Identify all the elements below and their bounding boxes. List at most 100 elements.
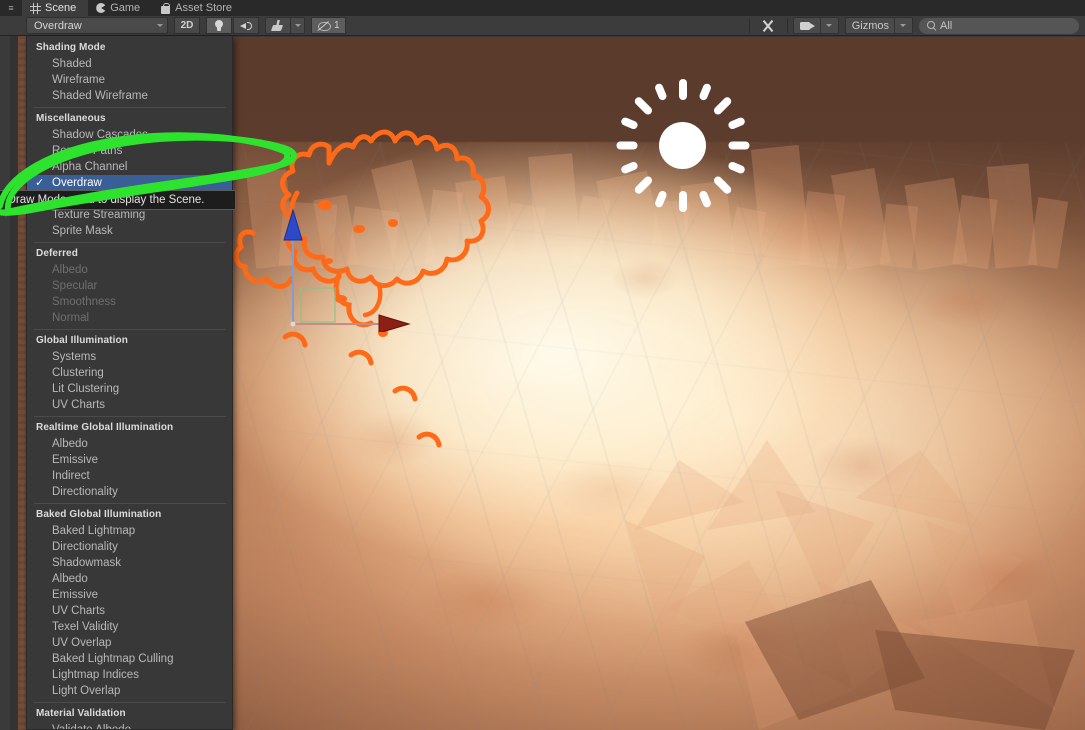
tab-scene[interactable]: Scene <box>22 0 88 16</box>
tab-game-label: Game <box>110 2 140 14</box>
menu-separator <box>34 329 226 330</box>
scene-visibility-button[interactable]: 1 <box>311 17 346 34</box>
toggle-2d-button[interactable]: 2D <box>174 17 200 34</box>
menu-separator <box>34 416 226 417</box>
menu-item-wireframe[interactable]: Wireframe <box>27 72 232 88</box>
tab-asset-store[interactable]: Asset Store <box>152 0 244 16</box>
overdraw-shard <box>775 490 875 600</box>
effects-dropdown-button[interactable] <box>291 17 305 34</box>
menu-item-emissive[interactable]: Emissive <box>27 587 232 603</box>
divider <box>894 18 895 33</box>
tab-game[interactable]: Game <box>88 0 152 16</box>
menu-item-directionality[interactable]: Directionality <box>27 484 232 500</box>
draw-mode-value: Overdraw <box>34 20 82 32</box>
chevron-down-icon <box>900 24 906 27</box>
menu-section-header: Shading Mode <box>27 40 232 56</box>
toolbar-divider <box>787 18 788 33</box>
menu-section-header: Material Validation <box>27 706 232 722</box>
scene-viewport[interactable] <box>233 37 1085 730</box>
menu-item-clustering[interactable]: Clustering <box>27 365 232 381</box>
menu-item-normal: Normal <box>27 310 232 326</box>
menu-item-emissive[interactable]: Emissive <box>27 452 232 468</box>
search-input[interactable]: All <box>919 18 1079 34</box>
overdraw-triangle-shards <box>625 430 1085 730</box>
menu-item-shadow-cascades[interactable]: Shadow Cascades <box>27 127 232 143</box>
menu-separator <box>34 107 226 108</box>
tab-scene-label: Scene <box>45 2 76 14</box>
menu-item-baked-lightmap-culling[interactable]: Baked Lightmap Culling <box>27 651 232 667</box>
menu-item-albedo: Albedo <box>27 262 232 278</box>
game-pacman-icon <box>96 3 106 13</box>
menu-item-shaded[interactable]: Shaded <box>27 56 232 72</box>
menu-item-directionality[interactable]: Directionality <box>27 539 232 555</box>
menu-item-uv-charts[interactable]: UV Charts <box>27 603 232 619</box>
scene-view-toolbar: Overdraw 2D 1 <box>0 16 1085 36</box>
menu-section-header: Global Illumination <box>27 333 232 349</box>
toolbar-divider <box>749 18 750 33</box>
menu-item-overdraw[interactable]: Overdraw <box>27 175 232 191</box>
transform-move-gizmo[interactable] <box>275 192 445 332</box>
unity-editor-window: ≡ Scene Game Asset Store Overdraw 2D <box>0 0 1085 730</box>
draw-mode-menu[interactable]: Shading ModeShadedWireframeShaded Wirefr… <box>26 36 233 730</box>
menu-section-header: Baked Global Illumination <box>27 507 232 523</box>
menu-item-smoothness: Smoothness <box>27 294 232 310</box>
menu-item-texel-validity[interactable]: Texel Validity <box>27 619 232 635</box>
menu-item-indirect[interactable]: Indirect <box>27 468 232 484</box>
effects-button-group <box>265 17 305 34</box>
draw-mode-dropdown[interactable]: Overdraw <box>26 17 168 34</box>
asset-store-bag-icon <box>160 3 171 14</box>
panel-menu-handle-icon[interactable]: ≡ <box>0 0 22 16</box>
menu-item-light-overlap[interactable]: Light Overlap <box>27 683 232 699</box>
menu-item-lightmap-indices[interactable]: Lightmap Indices <box>27 667 232 683</box>
draw-mode-tooltip: e Draw Mode used to display the Scene. <box>0 190 236 210</box>
panel-seam <box>18 36 26 730</box>
fx-stack-icon <box>271 20 285 32</box>
menu-item-baked-lightmap[interactable]: Baked Lightmap <box>27 523 232 539</box>
panel-tab-bar: ≡ Scene Game Asset Store <box>0 0 1085 16</box>
speaker-icon <box>240 20 253 31</box>
menu-item-systems[interactable]: Systems <box>27 349 232 365</box>
menu-item-alpha-channel[interactable]: Alpha Channel <box>27 159 232 175</box>
menu-item-uv-charts[interactable]: UV Charts <box>27 397 232 413</box>
menu-separator <box>34 702 226 703</box>
eye-off-icon <box>317 20 331 31</box>
camera-icon <box>800 21 815 31</box>
menu-item-shadowmask[interactable]: Shadowmask <box>27 555 232 571</box>
menu-separator <box>34 242 226 243</box>
menu-section-header: Miscellaneous <box>27 111 232 127</box>
scene-tools-button[interactable] <box>756 17 782 34</box>
overdraw-dark-patch <box>875 630 1075 730</box>
toggle-lighting-button[interactable] <box>206 17 232 34</box>
directional-light-sun-icon[interactable] <box>616 79 749 212</box>
menu-item-render-paths[interactable]: Render Paths <box>27 143 232 159</box>
search-value: All <box>940 20 952 32</box>
lightbulb-icon <box>215 20 224 32</box>
menu-item-specular: Specular <box>27 278 232 294</box>
menu-item-shaded-wireframe[interactable]: Shaded Wireframe <box>27 88 232 104</box>
menu-item-uv-overlap[interactable]: UV Overlap <box>27 635 232 651</box>
toggle-2d-label: 2D <box>181 20 194 31</box>
toolbar-right-group: Gizmos All <box>744 17 1085 34</box>
toggle-effects-button[interactable] <box>265 17 291 34</box>
toolbar-left-spacer <box>0 16 24 36</box>
chevron-down-icon <box>157 24 163 27</box>
menu-item-albedo[interactable]: Albedo <box>27 436 232 452</box>
menu-item-albedo[interactable]: Albedo <box>27 571 232 587</box>
hidden-object-count: 1 <box>334 20 340 31</box>
menu-item-sprite-mask[interactable]: Sprite Mask <box>27 223 232 239</box>
toggle-audio-button[interactable] <box>233 17 259 34</box>
search-icon <box>927 21 936 30</box>
scene-camera-button[interactable] <box>793 17 839 34</box>
menu-item-lit-clustering[interactable]: Lit Clustering <box>27 381 232 397</box>
menu-separator <box>34 503 226 504</box>
gizmos-dropdown[interactable]: Gizmos <box>845 17 913 34</box>
divider <box>820 18 821 33</box>
chevron-down-icon <box>826 24 832 27</box>
menu-section-header: Deferred <box>27 246 232 262</box>
menu-item-validate-albedo[interactable]: Validate Albedo <box>27 722 232 730</box>
menu-section-header: Realtime Global Illumination <box>27 420 232 436</box>
tools-icon <box>761 19 776 33</box>
chevron-down-icon <box>295 24 301 27</box>
overdraw-shard <box>855 450 985 530</box>
gizmos-label: Gizmos <box>852 20 889 32</box>
